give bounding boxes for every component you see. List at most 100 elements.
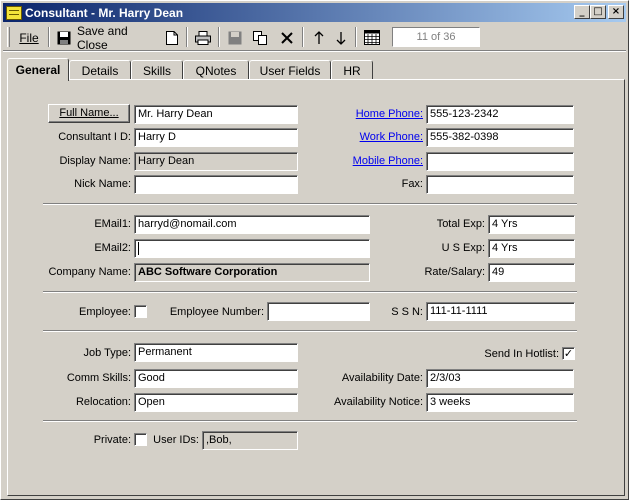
consultant-id-field[interactable]: Harry D <box>134 128 298 147</box>
company-name-label: Company Name: <box>48 266 131 278</box>
close-button[interactable]: × <box>608 5 624 19</box>
section-divider <box>43 420 577 422</box>
availability-date-label: Availability Date: <box>341 372 423 384</box>
disk-icon <box>228 31 242 45</box>
title-bar: Consultant - Mr. Harry Dean _ □ × <box>3 3 626 22</box>
nick-name-field[interactable] <box>134 175 298 194</box>
tab-skills[interactable]: Skills <box>131 60 183 80</box>
section-divider <box>43 203 577 205</box>
calendar-button[interactable] <box>362 27 382 48</box>
file-menu-label: File <box>19 30 39 45</box>
tab-qnotes[interactable]: QNotes <box>183 60 249 80</box>
previous-record-button[interactable] <box>309 27 329 48</box>
comm-skills-label: Comm Skills: <box>66 372 131 384</box>
home-phone-link[interactable]: Home Phone: <box>321 105 423 123</box>
arrow-down-icon <box>336 31 346 45</box>
tab-strip: General Details Skills QNotes User Field… <box>7 58 625 81</box>
arrow-up-icon <box>314 30 324 45</box>
section-divider <box>43 291 577 293</box>
consultant-window: Consultant - Mr. Harry Dean _ □ × File S… <box>0 0 629 500</box>
full-name-button-label: Full Name... <box>59 107 119 119</box>
save-and-close-label: Save and Close <box>77 23 128 52</box>
us-exp-field[interactable]: 4 Yrs <box>488 239 575 258</box>
tab-user-fields[interactable]: User Fields <box>249 60 331 80</box>
full-name-field[interactable]: Mr. Harry Dean <box>134 105 298 124</box>
toolbar-separator <box>48 27 50 47</box>
job-type-field[interactable]: Permanent <box>134 343 298 362</box>
home-phone-field[interactable]: 555-123-2342 <box>426 105 574 124</box>
total-exp-field[interactable]: 4 Yrs <box>488 215 575 234</box>
email1-field[interactable]: harryd@nomail.com <box>134 215 370 234</box>
fax-field[interactable] <box>426 175 574 194</box>
minimize-button[interactable]: _ <box>574 5 590 19</box>
new-document-icon <box>166 30 178 45</box>
ssn-field[interactable]: 111-11-1111 <box>426 302 575 321</box>
delete-x-icon <box>281 31 293 44</box>
copy-icon <box>252 30 268 45</box>
company-name-field[interactable]: ABC Software Corporation <box>134 263 370 282</box>
work-phone-link[interactable]: Work Phone: <box>321 128 423 146</box>
new-document-button[interactable] <box>163 27 181 48</box>
delete-button[interactable] <box>277 27 297 48</box>
file-menu[interactable]: File <box>17 27 41 48</box>
save-disabled-button[interactable] <box>225 27 245 48</box>
availability-notice-label: Availability Notice: <box>333 396 423 408</box>
calendar-icon <box>364 30 380 45</box>
employee-number-field[interactable] <box>267 302 370 321</box>
save-and-close-button[interactable]: Save and Close <box>57 24 157 52</box>
tab-hr[interactable]: HR <box>331 60 373 80</box>
private-checkbox[interactable] <box>134 433 147 446</box>
us-exp-label: U S Exp: <box>441 242 485 254</box>
toolbar-separator <box>218 27 220 47</box>
printer-icon <box>195 30 211 45</box>
maximize-button[interactable]: □ <box>590 5 606 19</box>
display-name-label: Display Name: <box>59 155 131 167</box>
employee-number-label: Employee Number: <box>169 306 264 318</box>
relocation-field[interactable]: Open <box>134 393 298 412</box>
record-counter: 11 of 36 <box>392 27 480 47</box>
text-cursor <box>138 242 139 255</box>
toolbar-separator <box>355 27 357 47</box>
work-phone-field[interactable]: 555-382-0398 <box>426 128 574 147</box>
availability-date-field[interactable]: 2/3/03 <box>426 369 574 388</box>
next-record-button[interactable] <box>331 27 351 48</box>
employee-label: Employee: <box>79 306 131 318</box>
toolbar-separator <box>186 27 188 47</box>
section-divider <box>43 330 577 332</box>
window-title: Consultant - Mr. Harry Dean <box>25 5 184 20</box>
email2-label: EMail2: <box>94 242 131 254</box>
print-button[interactable] <box>193 27 213 48</box>
user-ids-field[interactable]: ,Bob, <box>202 431 298 450</box>
email2-field[interactable] <box>134 239 370 258</box>
send-in-hotlist-checkbox[interactable]: ✓ <box>562 347 575 360</box>
user-ids-label: User IDs: <box>153 434 199 446</box>
fax-label: Fax: <box>401 178 423 190</box>
app-icon <box>6 5 22 20</box>
toolbar-separator <box>302 27 304 47</box>
comm-skills-field[interactable]: Good <box>134 369 298 388</box>
save-disk-icon <box>57 31 71 45</box>
email1-label: EMail1: <box>94 218 131 230</box>
tab-general[interactable]: General <box>7 58 69 81</box>
nick-name-label: Nick Name: <box>74 178 131 190</box>
total-exp-label: Total Exp: <box>436 218 485 230</box>
toolbar-grip <box>7 27 10 47</box>
private-label: Private: <box>93 434 131 446</box>
ssn-label: S S N: <box>391 306 423 318</box>
copy-button[interactable] <box>250 27 270 48</box>
full-name-button[interactable]: Full Name... <box>48 104 130 123</box>
job-type-label: Job Type: <box>83 347 132 359</box>
relocation-label: Relocation: <box>75 396 131 408</box>
window-controls: _ □ × <box>574 5 624 19</box>
send-in-hotlist-label: Send In Hotlist: <box>484 348 559 360</box>
tab-details[interactable]: Details <box>69 60 131 80</box>
toolbar: File Save and Close 11 of 36 <box>3 24 626 52</box>
mobile-phone-link[interactable]: Mobile Phone: <box>321 152 423 170</box>
consultant-id-label: Consultant I D: <box>58 131 131 143</box>
employee-checkbox[interactable] <box>134 305 147 318</box>
mobile-phone-field[interactable] <box>426 152 574 171</box>
availability-notice-field[interactable]: 3 weeks <box>426 393 574 412</box>
display-name-field[interactable]: Harry Dean <box>134 152 298 171</box>
rate-salary-label: Rate/Salary: <box>424 266 485 278</box>
rate-salary-field[interactable]: 49 <box>488 263 575 282</box>
